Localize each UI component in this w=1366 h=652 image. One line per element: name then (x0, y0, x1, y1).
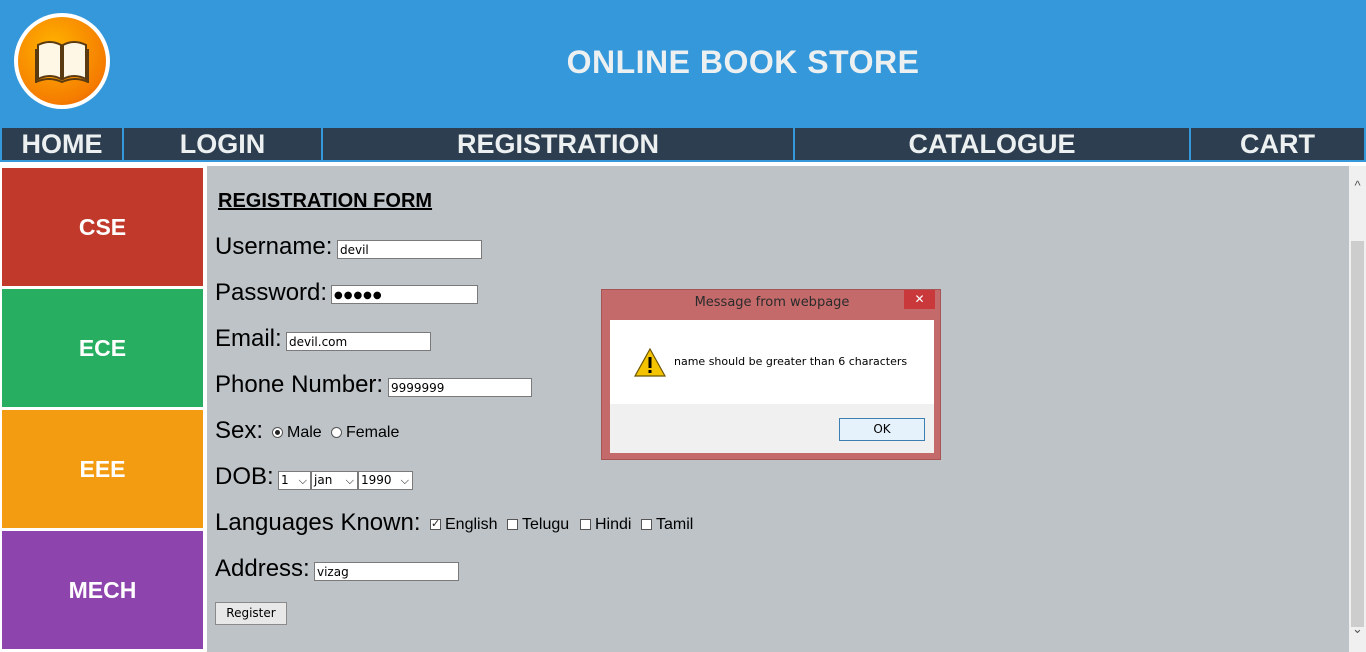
password-label: Password: (215, 279, 328, 306)
site-logo[interactable] (14, 13, 110, 109)
dob-day-value: 1 (281, 473, 289, 487)
languages-label: Languages Known: (215, 509, 421, 536)
sex-male-radio[interactable] (272, 427, 283, 438)
dob-month-value: jan (314, 473, 333, 487)
chevron-down-icon: ⌵ (298, 474, 307, 487)
open-book-icon (35, 41, 89, 83)
alert-dialog: Message from webpage ✕ name should be gr… (601, 289, 941, 460)
ok-button[interactable]: OK (839, 418, 925, 441)
lang-hindi-checkbox[interactable] (580, 519, 591, 530)
sex-female-label: Female (346, 424, 400, 441)
lang-hindi-label: Hindi (595, 516, 632, 533)
scrollbar-thumb[interactable] (1351, 241, 1364, 627)
sex-female-radio[interactable] (331, 427, 342, 438)
chevron-down-icon: ⌵ (345, 474, 354, 487)
password-input[interactable]: ●●●●● (331, 285, 478, 304)
sidebar-item-mech[interactable]: MECH (2, 531, 203, 649)
register-button[interactable]: Register (215, 602, 287, 625)
nav-cart[interactable]: CART (1191, 128, 1364, 160)
chevron-down-icon: ⌵ (400, 474, 409, 487)
dialog-message: name should be greater than 6 characters (674, 355, 908, 368)
email-input[interactable]: devil.com (286, 332, 431, 351)
sex-male-label: Male (287, 424, 322, 441)
dob-label: DOB: (215, 463, 274, 490)
sidebar-item-eee[interactable]: EEE (2, 410, 203, 528)
dialog-title: Message from webpage (694, 295, 850, 310)
lang-english-checkbox[interactable]: ✓ (430, 519, 441, 530)
lang-tamil-checkbox[interactable] (641, 519, 652, 530)
logo-badge (18, 17, 106, 105)
close-icon[interactable]: ✕ (904, 290, 935, 309)
lang-telugu-checkbox[interactable] (507, 519, 518, 530)
email-label: Email: (215, 325, 282, 352)
dob-month-select[interactable]: jan ⌵ (311, 471, 358, 490)
lang-tamil-label: Tamil (656, 516, 694, 533)
address-label: Address: (215, 555, 310, 582)
phone-label: Phone Number: (215, 371, 384, 398)
sidebar-item-cse[interactable]: CSE (2, 168, 203, 286)
site-header: ONLINE BOOK STORE (0, 0, 1366, 126)
site-title: ONLINE BOOK STORE (566, 44, 920, 80)
lang-english-label: English (445, 516, 498, 533)
username-input[interactable]: devil (337, 240, 482, 259)
form-title: REGISTRATION FORM (218, 190, 433, 212)
nav-login[interactable]: LOGIN (124, 128, 321, 160)
scroll-up-icon[interactable]: ^ (1349, 177, 1366, 194)
phone-input[interactable]: 9999999 (388, 378, 532, 397)
lang-telugu-label: Telugu (522, 516, 570, 533)
dob-day-select[interactable]: 1 ⌵ (278, 471, 311, 490)
warning-icon (634, 348, 666, 377)
scroll-down-icon[interactable]: ⌄ (1349, 620, 1366, 637)
nav-registration[interactable]: REGISTRATION (323, 128, 793, 160)
dob-year-select[interactable]: 1990 ⌵ (358, 471, 413, 490)
username-label: Username: (215, 233, 333, 260)
dob-year-value: 1990 (361, 473, 392, 487)
sex-label: Sex: (215, 417, 264, 444)
sidebar-item-ece[interactable]: ECE (2, 289, 203, 407)
nav-home[interactable]: HOME (2, 128, 122, 160)
address-input[interactable]: vizag (314, 562, 459, 581)
nav-catalogue[interactable]: CATALOGUE (795, 128, 1189, 160)
